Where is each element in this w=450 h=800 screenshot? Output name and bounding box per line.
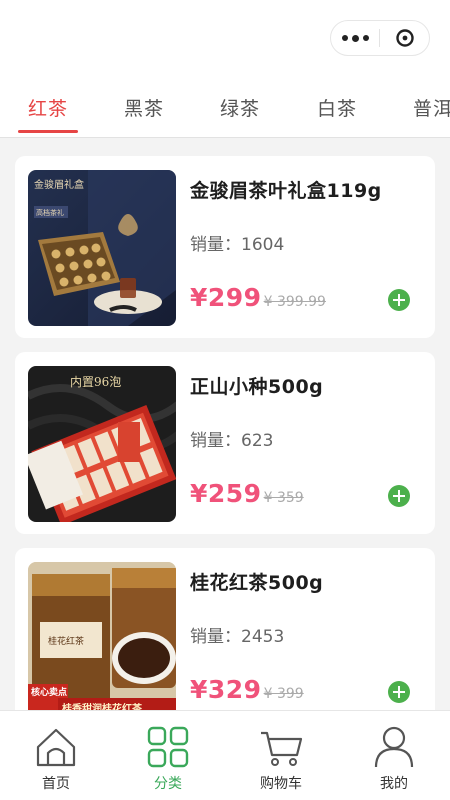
active-tab-indicator [18, 130, 78, 133]
svg-text:桂花红茶: 桂花红茶 [48, 635, 84, 647]
product-name[interactable]: 桂花红茶500g [190, 568, 323, 595]
current-price: ¥329 [190, 675, 262, 704]
product-card[interactable]: 金骏眉礼盒 高档茶礼 金骏眉茶叶礼盒119g 销量：1604 ¥299 ¥ 39… [15, 156, 435, 338]
product-list[interactable]: 金骏眉礼盒 高档茶礼 金骏眉茶叶礼盒119g 销量：1604 ¥299 ¥ 39… [0, 139, 450, 710]
tabbar-label: 购物车 [260, 776, 302, 792]
product-image[interactable]: 金骏眉礼盒 高档茶礼 [28, 170, 176, 326]
product-name[interactable]: 正山小种500g [190, 372, 323, 399]
sales-label: 销量： [190, 627, 241, 647]
tabbar-label: 分类 [154, 776, 182, 792]
add-to-cart-button[interactable] [388, 485, 410, 507]
tabbar-me[interactable]: 我的 [338, 711, 450, 800]
tabbar-category[interactable]: 分类 [112, 711, 224, 800]
tab-baicha[interactable]: 白茶 [317, 94, 357, 121]
tab-puer[interactable]: 普洱 [413, 94, 450, 121]
tabbar-label: 我的 [380, 776, 408, 792]
tabbar-cart[interactable]: 购物车 [225, 711, 337, 800]
svg-text:核心卖点: 核心卖点 [31, 686, 67, 698]
add-to-cart-button[interactable] [388, 681, 410, 703]
sales-count: 销量：623 [190, 426, 273, 451]
close-circle-icon[interactable] [380, 21, 429, 55]
product-card[interactable]: 内置96泡 正山小种500g 销量：623 ¥259 ¥ 359 [15, 352, 435, 534]
sales-value: 2453 [241, 627, 285, 647]
sales-value: 1604 [241, 235, 285, 255]
current-price: ¥259 [190, 479, 262, 508]
tabbar-home[interactable]: 首页 [0, 711, 112, 800]
original-price: ¥ 399 [263, 686, 304, 702]
product-price: ¥259 ¥ 359 [190, 479, 304, 508]
current-price: ¥299 [190, 283, 262, 312]
product-image[interactable]: 桂花红茶 核心卖点 桂香甜润桂花红茶 [28, 562, 176, 710]
top-bar [0, 0, 450, 78]
cart-icon [261, 731, 303, 766]
original-price: ¥ 399.99 [263, 294, 326, 310]
sales-label: 销量： [190, 235, 241, 255]
original-price: ¥ 359 [263, 490, 304, 506]
bottom-tab-bar: 首页 分类 购物车 我的 [0, 710, 450, 800]
tab-lvcha[interactable]: 绿茶 [220, 94, 260, 121]
sales-count: 销量：1604 [190, 230, 284, 255]
sales-count: 销量：2453 [190, 622, 284, 647]
svg-text:高档茶礼: 高档茶礼 [36, 208, 64, 217]
plus-icon [393, 490, 405, 502]
product-card[interactable]: 桂花红茶 核心卖点 桂香甜润桂花红茶 桂花红茶500g 销量：2453 ¥329… [15, 548, 435, 710]
user-icon [374, 726, 414, 768]
tab-hongcha[interactable]: 红茶 [28, 94, 68, 121]
plus-icon [393, 294, 405, 306]
sales-value: 623 [241, 431, 274, 451]
product-name[interactable]: 金骏眉茶叶礼盒119g [190, 176, 382, 203]
more-dots-icon[interactable] [331, 21, 379, 55]
svg-text:金骏眉礼盒: 金骏眉礼盒 [34, 178, 84, 191]
plus-icon [393, 686, 405, 698]
tab-heicha[interactable]: 黑茶 [124, 94, 164, 121]
svg-text:桂香甜润桂花红茶: 桂香甜润桂花红茶 [61, 702, 143, 710]
mini-program-capsule [330, 20, 430, 56]
sales-label: 销量： [190, 431, 241, 451]
product-price: ¥299 ¥ 399.99 [190, 283, 326, 312]
category-tabs: 红茶 黑茶 绿茶 白茶 普洱 [0, 78, 450, 138]
home-icon [36, 728, 76, 767]
category-grid-icon [147, 726, 189, 768]
tabbar-label: 首页 [42, 776, 70, 792]
svg-text:内置96泡: 内置96泡 [70, 375, 121, 389]
product-price: ¥329 ¥ 399 [190, 675, 304, 704]
add-to-cart-button[interactable] [388, 289, 410, 311]
product-image[interactable]: 内置96泡 [28, 366, 176, 522]
